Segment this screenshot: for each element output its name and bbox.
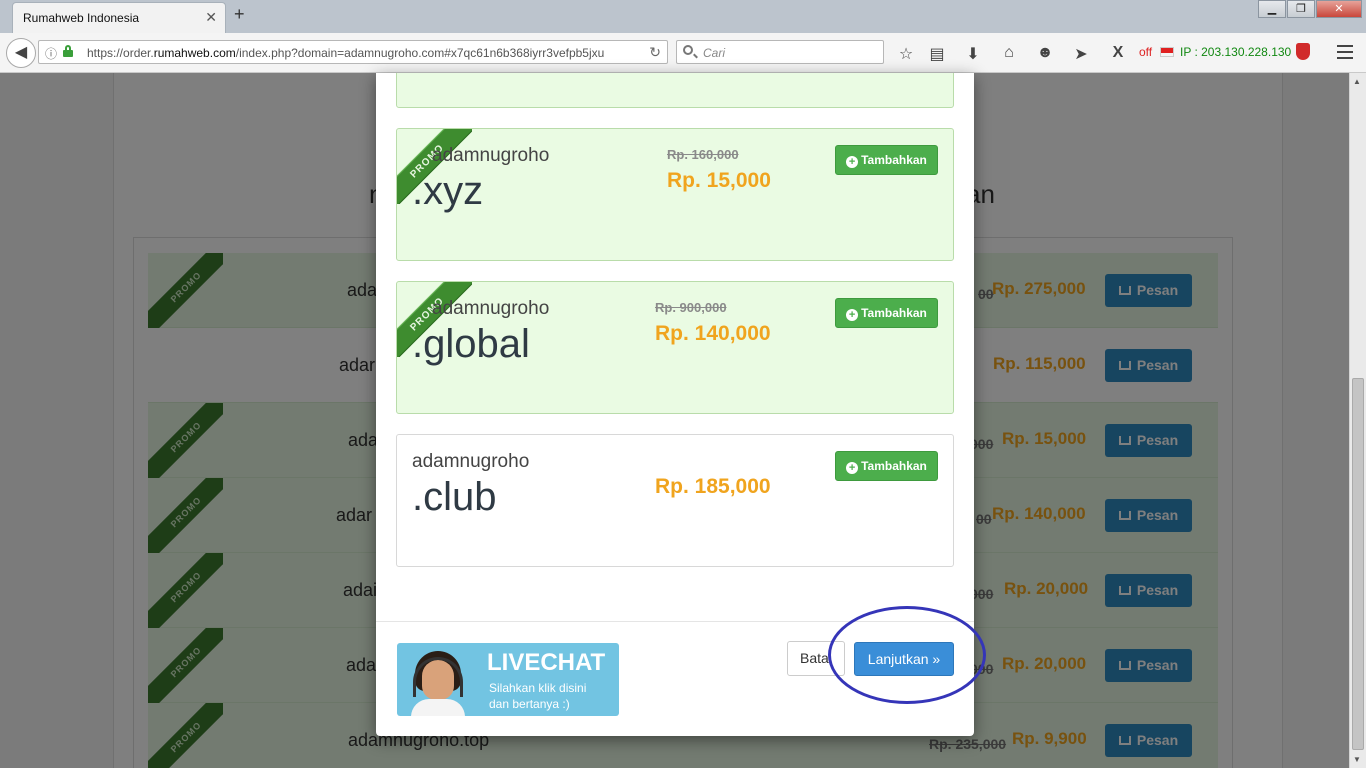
card-price: Rp. 185,000 <box>655 475 771 498</box>
download-icon[interactable]: ⬇ <box>963 44 983 64</box>
support-agent-avatar <box>411 651 465 716</box>
search-bar[interactable]: Cari <box>676 40 884 64</box>
minimize-button[interactable]: ▁ <box>1258 0 1286 18</box>
add-domain-button[interactable]: + Tambahkan <box>835 451 938 481</box>
add-domain-button[interactable]: + Tambahkan <box>835 145 938 175</box>
search-placeholder: Cari <box>703 46 726 60</box>
info-icon[interactable]: ⓘ <box>45 45 57 62</box>
scroll-thumb[interactable] <box>1352 378 1364 750</box>
card-price: Rp. 15,000 <box>667 169 771 192</box>
plus-circle-icon: + <box>846 309 859 321</box>
search-icon <box>683 45 693 55</box>
close-window-button[interactable]: ✕ <box>1316 0 1362 18</box>
domain-card: PROMO adamnugroho .xyz Rp. 160,000 Rp. 15,00… <box>396 128 954 261</box>
card-old-price: Rp. 900,000 <box>655 300 727 315</box>
x-extension-icon[interactable]: X <box>1108 44 1128 62</box>
card-tld: .club <box>412 475 497 519</box>
card-domain-name: adamnugroho <box>412 451 530 472</box>
chat-smiley-icon[interactable]: ☻ <box>1035 44 1055 62</box>
livechat-title: LIVECHAT <box>487 649 606 676</box>
domain-card-partial <box>396 73 954 108</box>
back-arrow-icon[interactable]: ◀ <box>6 38 36 68</box>
plus-circle-icon: + <box>846 156 859 168</box>
ip-address: IP : 203.130.228.130 <box>1180 45 1292 59</box>
send-icon[interactable]: ➤ <box>1071 44 1091 64</box>
home-icon[interactable]: ⌂ <box>999 44 1019 62</box>
reading-list-icon[interactable]: ▤ <box>927 44 947 64</box>
navigation-bar: ◀ ⓘ https://order.rumahweb.com/index.php… <box>0 33 1366 73</box>
url-text[interactable]: https://order.rumahweb.com/index.php?dom… <box>87 46 611 60</box>
scroll-up-icon[interactable]: ▲ <box>1353 77 1361 86</box>
ip-off-label[interactable]: off <box>1139 45 1152 59</box>
domain-card: PROMO adamnugroho .global Rp. 900,000 Rp. 14… <box>396 281 954 414</box>
card-tld: .global <box>412 322 530 366</box>
domain-card: adamnugroho .club Rp. 185,000 + Tambahkan <box>396 434 954 567</box>
card-old-price: Rp. 160,000 <box>667 147 739 162</box>
reload-icon[interactable]: ↻ <box>649 44 661 61</box>
card-price: Rp. 140,000 <box>655 322 771 345</box>
card-tld: .xyz <box>412 169 484 213</box>
livechat-line-1: Silahkan klik disini <box>489 681 587 695</box>
lock-icon[interactable] <box>63 45 73 57</box>
scroll-down-icon[interactable]: ▼ <box>1353 755 1361 764</box>
card-domain-name: adamnugroho <box>432 145 550 166</box>
bookmark-star-icon[interactable]: ☆ <box>896 44 916 64</box>
add-label: Tambahkan <box>861 306 927 320</box>
address-bar[interactable]: ⓘ https://order.rumahweb.com/index.php?d… <box>38 40 668 64</box>
highlight-circle-annotation <box>828 606 986 704</box>
new-tab-icon[interactable]: + <box>234 4 245 25</box>
maximize-button[interactable]: ❐ <box>1287 0 1315 18</box>
card-domain-name: adamnugroho <box>432 298 550 319</box>
add-domain-button[interactable]: + Tambahkan <box>835 298 938 328</box>
add-label: Tambahkan <box>861 153 927 167</box>
hamburger-menu-icon[interactable] <box>1337 45 1353 63</box>
window-controls: ▁ ❐ ✕ <box>1257 0 1362 20</box>
page-scrollbar[interactable]: ▲ ▼ <box>1349 73 1366 768</box>
tab-bar: Rumahweb Indonesia ✕ + ▁ ❐ ✕ <box>0 0 1366 33</box>
tab-title: Rumahweb Indonesia <box>23 11 140 25</box>
livechat-line-2: dan bertanya :) <box>489 697 570 711</box>
indonesia-flag-icon <box>1160 47 1174 57</box>
browser-tab[interactable]: Rumahweb Indonesia ✕ <box>12 2 226 33</box>
tab-close-icon[interactable]: ✕ <box>205 9 217 26</box>
shield-icon[interactable] <box>1296 43 1310 60</box>
add-label: Tambahkan <box>861 459 927 473</box>
livechat-banner[interactable]: LIVECHAT Silahkan klik disini dan bertan… <box>397 643 619 716</box>
plus-circle-icon: + <box>846 462 859 474</box>
